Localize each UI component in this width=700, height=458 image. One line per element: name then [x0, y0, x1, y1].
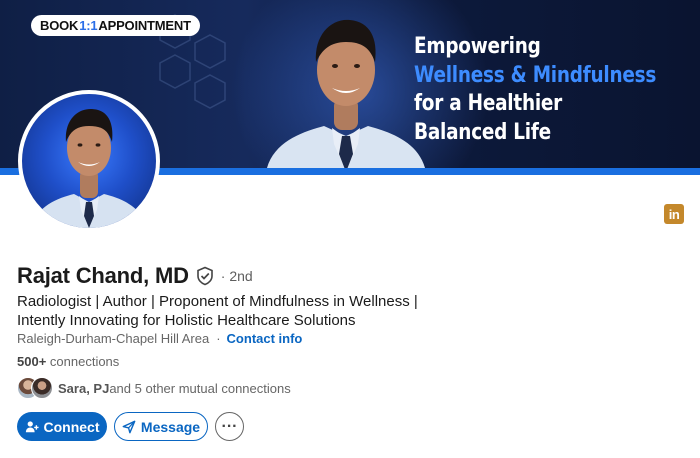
profile-location: Raleigh-Durham-Chapel Hill Area — [17, 331, 210, 346]
location-separator: · — [216, 331, 221, 346]
connection-degree: · 2nd — [220, 268, 253, 284]
location-row: Raleigh-Durham-Chapel Hill Area · Contac… — [17, 331, 302, 346]
mutual-rest: and 5 other mutual connections — [109, 380, 291, 396]
profile-actions: Connect Message ··· — [17, 412, 244, 441]
tagline-line-3: for a Healthier — [414, 90, 563, 116]
connect-label: Connect — [43, 418, 100, 435]
add-person-icon — [25, 420, 39, 432]
badge-highlight: 1:1 — [79, 18, 98, 33]
more-icon: ··· — [221, 417, 238, 435]
mutual-avatars — [17, 377, 55, 399]
profile-avatar[interactable] — [18, 90, 160, 232]
message-button[interactable]: Message — [114, 412, 208, 441]
mutual-connections[interactable]: Sara, PJ and 5 other mutual connections — [17, 377, 291, 399]
linkedin-logo-icon[interactable]: in — [664, 204, 684, 224]
banner-tagline: Empowering Wellness & Mindfulness for a … — [414, 32, 657, 146]
book-appointment-badge[interactable]: BOOK 1:1 APPOINTMENT — [31, 15, 200, 36]
shield-check-icon[interactable] — [195, 266, 215, 286]
avatar-portrait — [32, 108, 146, 228]
name-row: Rajat Chand, MD · 2nd — [17, 263, 253, 289]
send-icon — [122, 420, 136, 433]
mutual-avatar — [31, 377, 53, 399]
connect-button[interactable]: Connect — [17, 412, 107, 441]
badge-prefix: BOOK — [40, 18, 79, 33]
connections-number: 500+ — [17, 354, 47, 369]
connections-label: connections — [46, 354, 120, 369]
more-options-button[interactable]: ··· — [215, 412, 244, 441]
message-label: Message — [140, 418, 201, 435]
profile-name: Rajat Chand, MD — [17, 263, 189, 288]
tagline-line-4: Balanced Life — [414, 118, 551, 145]
banner-portrait — [267, 19, 425, 168]
headline-line-2: Intently Innovating for Holistic Healthc… — [17, 312, 356, 329]
mutual-names: Sara, PJ — [58, 380, 110, 396]
contact-info-link[interactable]: Contact info — [227, 331, 303, 346]
connections-count[interactable]: 500+ connections — [17, 354, 119, 369]
tagline-line-2: Wellness & Mindfulness — [414, 61, 657, 88]
badge-suffix: APPOINTMENT — [98, 18, 191, 33]
profile-headline: Radiologist | Author | Proponent of Mind… — [17, 292, 437, 330]
headline-line-1: Radiologist | Author | Proponent of Mind… — [17, 293, 418, 310]
tagline-line-1: Empowering — [414, 33, 541, 59]
